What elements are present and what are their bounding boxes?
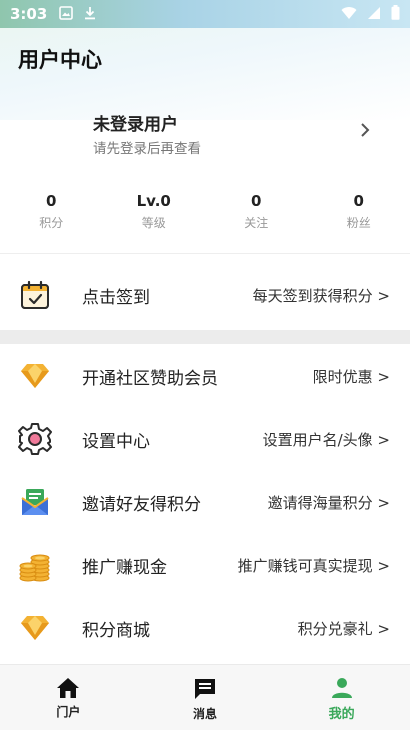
menu-item-label: 开通社区赞助会员 [82,368,218,389]
checkin-label: 点击签到 [82,287,150,308]
battery-icon [391,4,400,24]
menu-item-label: 设置中心 [82,431,150,452]
chevron-right-icon [361,123,370,137]
gear-icon [18,422,52,456]
menu-item-label: 积分商城 [82,620,150,641]
menu-item-label: 邀请好友得积分 [82,494,201,515]
tab-label: 门户 [56,705,81,719]
stat-value: 0 [251,192,262,210]
profile-card[interactable]: 未登录用户 请先登录后再查看 [0,100,410,166]
stat-label: 关注 [244,216,269,230]
menu-item-hint: 推广赚钱可真实提现 > [237,556,390,575]
profile-name: 未登录用户 [93,115,178,135]
stat-label: 等级 [141,216,166,230]
diamond-icon [18,359,52,393]
stat-label: 粉丝 [346,216,371,230]
envelope-icon [18,485,52,519]
menu-item-hint: 积分兑豪礼 > [297,619,390,638]
stat-followers[interactable]: 0 粉丝 [308,192,410,244]
stat-value: 0 [46,192,57,210]
menu-item-points-mall[interactable]: 积分商城 积分兑豪礼 > [0,598,410,658]
stat-following[interactable]: 0 关注 [205,192,308,244]
checkin-row[interactable]: 点击签到 每天签到获得积分 > [0,265,410,325]
bottom-tab-bar: 门户 消息 我的 [0,664,410,730]
stat-points[interactable]: 0 积分 [0,192,103,244]
section-divider [0,330,410,344]
message-icon [195,679,215,699]
divider [0,253,410,254]
tab-label: 消息 [193,707,218,721]
status-bar: 3:03 [0,0,410,28]
stats-bar: 0 积分 Lv.0 等级 0 关注 0 粉丝 [0,192,410,244]
menu-item-settings[interactable]: 设置中心 设置用户名/头像 > [0,409,410,469]
coins-icon [18,548,52,582]
calendar-check-icon [18,278,52,312]
menu-item-hint: 设置用户名/头像 > [262,430,390,449]
menu-item-hint: 限时优惠 > [312,367,390,386]
stat-label: 积分 [39,216,64,230]
menu-item-hint: 邀请得海量积分 > [267,493,390,512]
checkin-hint: 每天签到获得积分 > [252,286,390,305]
photo-notification-icon [59,5,74,24]
menu-item-invite[interactable]: 邀请好友得积分 邀请得海量积分 > [0,472,410,532]
tab-mine[interactable]: 我的 [273,665,410,730]
stat-value: Lv.0 [136,192,171,210]
profile-login-hint: 请先登录后再查看 [93,141,201,157]
tab-label: 我的 [328,707,355,722]
download-notification-icon [83,5,97,24]
stat-value: 0 [353,192,364,210]
menu-item-label: 推广赚现金 [82,557,167,578]
status-time: 3:03 [10,5,48,23]
home-icon [57,678,80,698]
menu-item-promote[interactable]: 推广赚现金 推广赚钱可真实提现 > [0,535,410,595]
menu-item-vip[interactable]: 开通社区赞助会员 限时优惠 > [0,346,410,406]
wifi-icon [341,5,357,24]
tab-portal[interactable]: 门户 [0,665,137,730]
signal-icon [367,5,381,24]
diamond-icon [18,611,52,645]
tab-messages[interactable]: 消息 [137,665,274,730]
page-title: 用户中心 [18,48,102,72]
person-icon [331,678,352,698]
stat-level[interactable]: Lv.0 等级 [103,192,206,244]
